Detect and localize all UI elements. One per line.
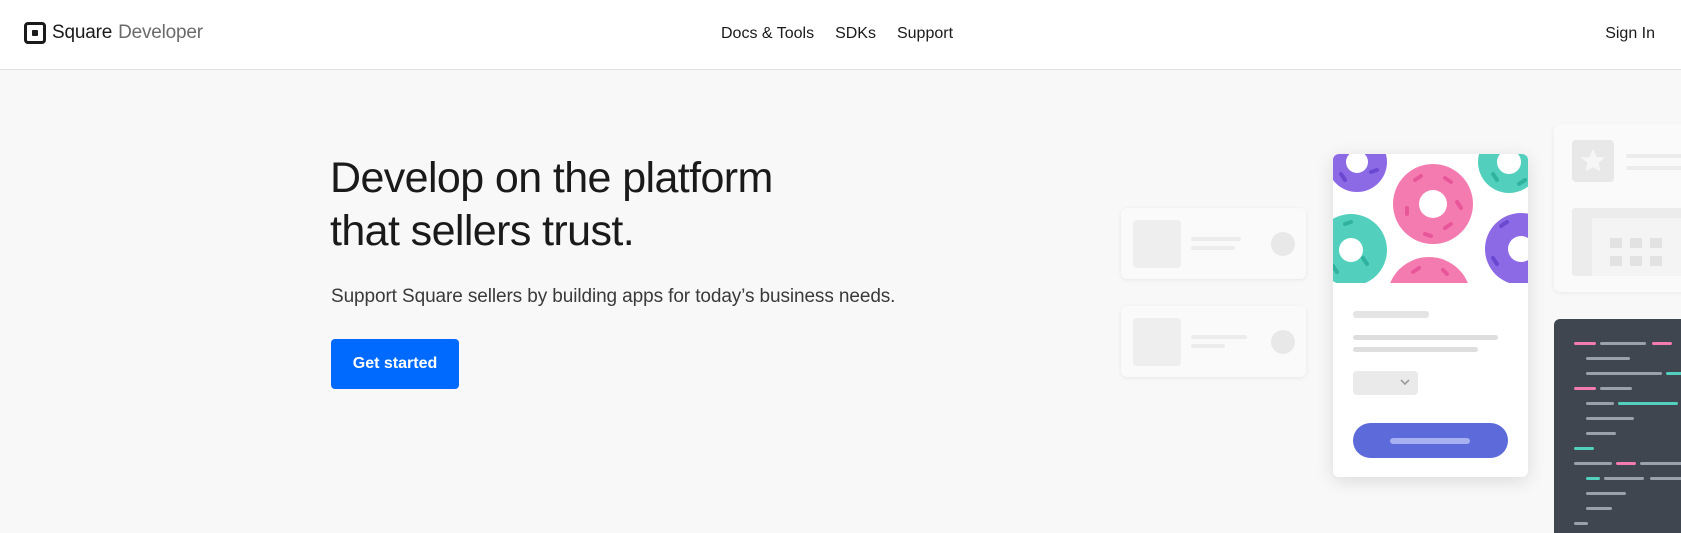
- code-line: [1600, 387, 1632, 390]
- placeholder-line: [1191, 246, 1235, 250]
- hero-title-line-2: that sellers trust.: [330, 207, 635, 255]
- code-line: [1640, 462, 1681, 465]
- hero-subtitle: Support Square sellers by building apps …: [331, 286, 896, 307]
- code-line: [1600, 342, 1646, 345]
- placeholder-select: [1353, 371, 1418, 395]
- ghost-storefront-card: [1554, 124, 1681, 292]
- brand-name: Square: [52, 22, 113, 43]
- code-line: [1574, 462, 1612, 465]
- code-line: [1574, 522, 1588, 525]
- placeholder-line: [1353, 335, 1498, 340]
- nav-support[interactable]: Support: [897, 25, 953, 43]
- check-placeholder-icon: [1271, 330, 1295, 354]
- placeholder-line: [1191, 344, 1225, 348]
- square-logo-icon: [24, 22, 46, 44]
- main-nav: Docs & Tools SDKs Support: [721, 25, 953, 43]
- sign-in-link[interactable]: Sign In: [1605, 25, 1655, 43]
- code-line: [1586, 507, 1612, 510]
- nav-docs-tools[interactable]: Docs & Tools: [721, 25, 814, 43]
- code-line: [1666, 372, 1681, 375]
- code-line: [1650, 477, 1681, 480]
- code-line: [1586, 432, 1616, 435]
- star-placeholder-icon: [1572, 140, 1614, 182]
- hero-title-line-1: Develop on the platform: [330, 154, 773, 202]
- code-line: [1604, 477, 1644, 480]
- top-navigation-bar: Square Developer Docs & Tools SDKs Suppo…: [0, 0, 1681, 70]
- placeholder-line: [1626, 166, 1681, 170]
- get-started-button[interactable]: Get started: [331, 339, 459, 389]
- donut-image: [1333, 154, 1528, 283]
- ghost-order-card-1: [1121, 208, 1306, 279]
- placeholder-title-line: [1353, 311, 1429, 318]
- ghost-order-card-2: [1121, 306, 1306, 377]
- code-line: [1574, 447, 1594, 450]
- clock-placeholder-icon: [1271, 232, 1295, 256]
- code-line: [1586, 492, 1626, 495]
- brand-subtitle: Developer: [118, 22, 203, 43]
- code-editor-illustration: [1554, 319, 1681, 533]
- chevron-down-icon: [1400, 379, 1410, 386]
- code-line: [1574, 387, 1596, 390]
- code-line: [1616, 462, 1636, 465]
- product-card: [1333, 154, 1528, 477]
- code-line: [1652, 342, 1672, 345]
- croissant-placeholder-icon: [1133, 220, 1181, 268]
- code-line: [1586, 357, 1630, 360]
- placeholder-line: [1353, 347, 1478, 352]
- code-line: [1586, 417, 1634, 420]
- placeholder-line: [1191, 335, 1247, 339]
- code-line: [1586, 372, 1662, 375]
- placeholder-purchase-button: [1353, 423, 1508, 458]
- placeholder-line: [1626, 154, 1681, 158]
- square-developer-logo-link[interactable]: Square Developer: [24, 22, 203, 44]
- placeholder-line: [1191, 237, 1241, 241]
- cup-placeholder-icon: [1133, 318, 1181, 366]
- placeholder-button-label: [1390, 438, 1470, 444]
- code-line: [1574, 342, 1596, 345]
- code-line: [1586, 402, 1614, 405]
- hero-title: Develop on the platform that sellers tru…: [330, 152, 890, 258]
- code-line: [1586, 477, 1600, 480]
- nav-sdks[interactable]: SDKs: [835, 25, 876, 43]
- code-line: [1618, 402, 1678, 405]
- building-placeholder-icon: [1572, 208, 1681, 276]
